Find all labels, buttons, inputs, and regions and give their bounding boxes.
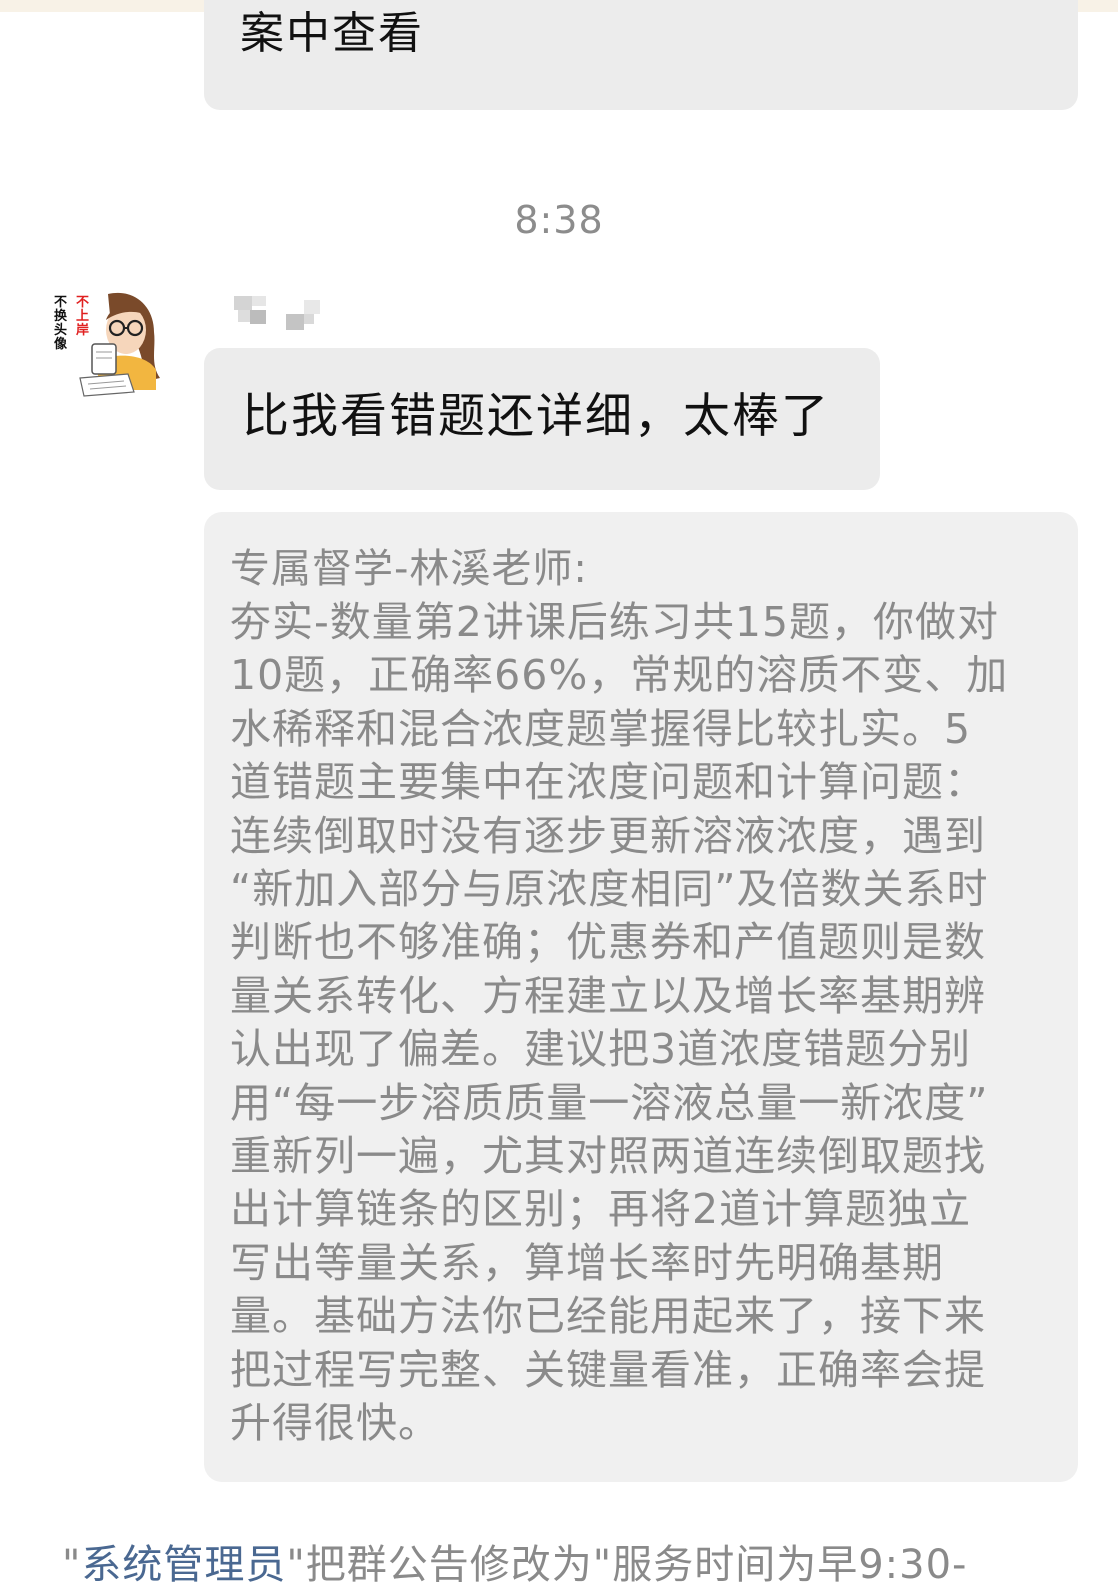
svg-text:岸: 岸 [76,322,89,338]
tutor-feedback-line: 道错题主要集中在浓度问题和计算问题： [230,758,986,807]
tutor-feedback-line: 把过程写完整、关键量看准，正确率会提 [230,1345,986,1394]
tutor-feedback-line: 连续倒取时没有逐步更新溶液浓度，遇到 [230,811,986,860]
avatar[interactable]: 不 上 岸 不 换 头 像 [50,286,168,398]
system-admin-link[interactable]: 系统管理员 [81,1542,286,1588]
tutor-feedback-line: 升得很快。 [230,1399,440,1448]
system-notice-quote: " [62,1542,82,1588]
sender-name-redacted [232,292,332,338]
svg-text:像: 像 [54,336,68,352]
message-timestamp: 8:38 [514,198,604,242]
tutor-feedback-heading: 专属督学-林溪老师: [230,546,588,592]
avatar-illustration-icon: 不 上 岸 不 换 头 像 [54,292,160,397]
svg-text:头: 头 [54,322,67,338]
received-message-bubble[interactable]: 比我看错题还详细，太棒了 [204,348,880,490]
tutor-feedback-line: 判断也不够准确；优惠券和产值题则是数 [230,918,986,967]
received-message-text: 比我看错题还详细，太棒了 [242,389,830,444]
tutor-feedback-card[interactable]: 专属督学-林溪老师: 夯实-数量第2讲课后练习共15题，你做对 10题，正确率6… [204,512,1078,1482]
system-notice: "系统管理员"把群公告修改为"服务时间为早9:30- [62,1538,967,1592]
svg-text:上: 上 [76,309,89,324]
tutor-feedback-line: 写出等量关系，算增长率时先明确基期 [230,1238,944,1287]
svg-text:不: 不 [76,295,89,310]
tutor-feedback-line: 重新列一遍，尤其对照两道连续倒取题找 [230,1132,986,1181]
tutor-feedback-line: 量。基础方法你已经能用起来了，接下来 [230,1292,986,1341]
tutor-feedback-line: 10题，正确率66%，常规的溶质不变、加 [230,651,1009,700]
tutor-feedback-line: 用“每一步溶质质量一溶液总量一新浓度” [230,1078,989,1127]
previous-message-text: 案中查看 [240,8,424,59]
svg-text:不: 不 [54,295,67,310]
svg-text:换: 换 [54,308,68,324]
tutor-feedback-line: 量关系转化、方程建立以及增长率基期辨 [230,971,986,1020]
tutor-feedback-line: 出计算链条的区别；再将2道计算题独立 [230,1185,972,1234]
system-notice-action: "把群公告修改为"服务时间为早9:30- [286,1542,968,1588]
tutor-feedback-line: 夯实-数量第2讲课后练习共15题，你做对 [230,598,1000,646]
tutor-feedback-line: 水稀释和混合浓度题掌握得比较扎实。5 [230,704,972,753]
tutor-feedback-line: “新加入部分与原浓度相同”及倍数关系时 [230,865,989,914]
tutor-feedback-line: 认出现了偏差。建议把3道浓度错题分别 [230,1025,972,1074]
tutor-feedback-body: 夯实-数量第2讲课后练习共15题，你做对 10题，正确率66%，常规的溶质不变、… [230,596,1052,1451]
previous-message-bubble[interactable]: 案中查看 [204,0,1078,110]
